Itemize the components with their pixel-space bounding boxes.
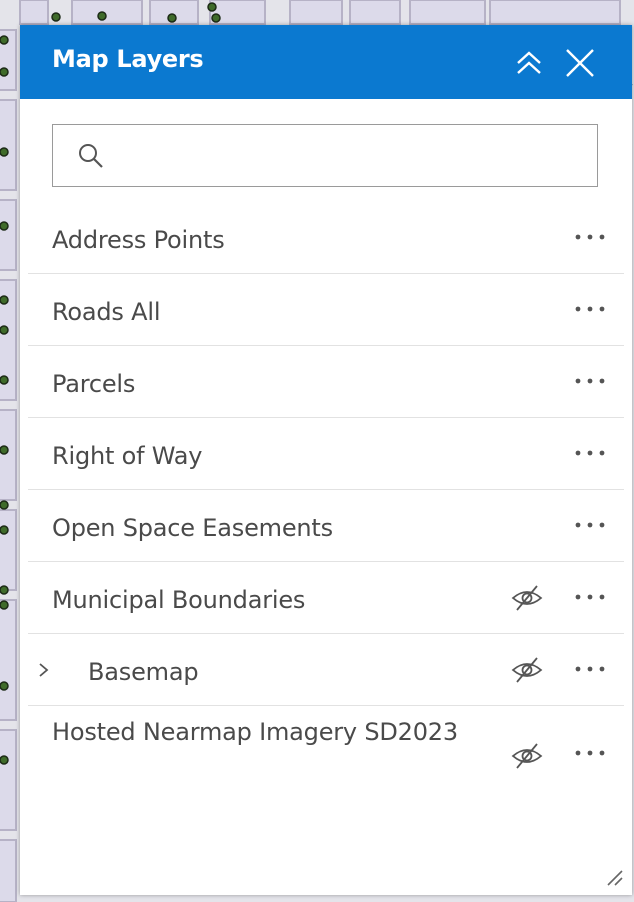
more-options-icon[interactable] [572,586,608,608]
layer-item[interactable]: Hosted Nearmap Imagery SD2023 [28,706,624,796]
layer-item[interactable]: Basemap [28,634,624,706]
panel-title: Map Layers [52,45,204,73]
hidden-eye-icon[interactable] [510,741,544,771]
chevron-right-icon[interactable] [36,660,52,680]
layer-label: Basemap [88,658,199,686]
more-options-icon[interactable] [572,370,608,392]
layer-label: Roads All [52,298,161,326]
layer-label: Right of Way [52,442,203,470]
more-options-icon[interactable] [572,298,608,320]
more-options-icon[interactable] [572,226,608,248]
collapse-button[interactable] [513,47,545,79]
search-box[interactable] [52,124,598,187]
hidden-eye-icon[interactable] [510,583,544,613]
more-options-icon[interactable] [572,658,608,680]
layer-item[interactable]: Municipal Boundaries [28,562,624,634]
layer-label: Hosted Nearmap Imagery SD2023 [52,718,458,746]
more-options-icon[interactable] [572,442,608,464]
layer-item[interactable]: Open Space Easements [28,490,624,562]
layer-item[interactable]: Parcels [28,346,624,418]
resize-handle-icon[interactable] [604,867,624,887]
hidden-eye-icon[interactable] [510,655,544,685]
layer-label: Parcels [52,370,136,398]
more-options-icon[interactable] [572,514,608,536]
panel-header: Map Layers [20,25,632,99]
layer-label: Municipal Boundaries [52,586,306,614]
layer-label: Address Points [52,226,225,254]
close-button[interactable] [564,47,596,79]
double-chevron-up-icon [517,51,541,74]
search-icon [79,144,103,168]
layer-list: Address Points Roads All Parcels Right of W… [28,202,624,796]
layer-item[interactable]: Right of Way [28,418,624,490]
layer-item[interactable]: Roads All [28,274,624,346]
layer-label: Open Space Easements [52,514,333,542]
map-layers-panel: Map Layers Address Points Roads All Parcel… [20,25,632,895]
search-input[interactable] [115,139,589,173]
more-options-icon[interactable] [572,742,608,764]
close-icon [566,49,594,77]
layer-item[interactable]: Address Points [28,202,624,274]
